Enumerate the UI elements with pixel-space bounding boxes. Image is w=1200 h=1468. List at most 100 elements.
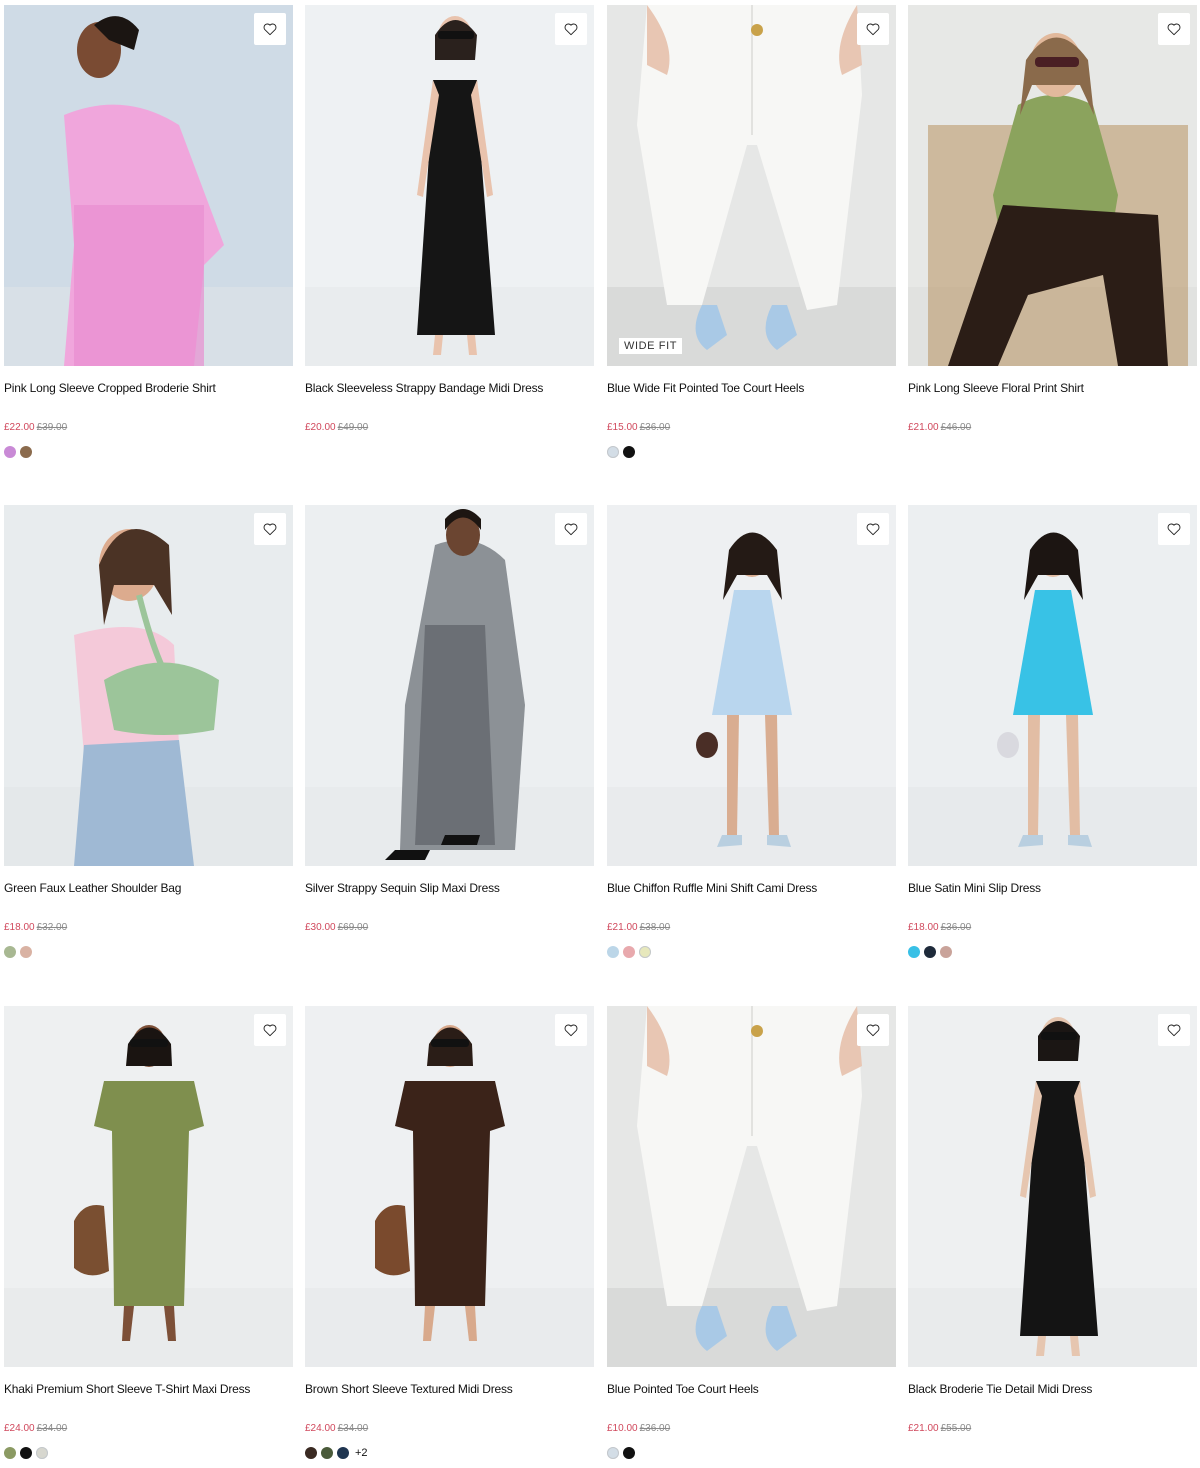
- product-card[interactable]: Green Faux Leather Shoulder Bag £18.00 £32…: [4, 505, 293, 958]
- product-image[interactable]: [4, 5, 293, 366]
- product-card[interactable]: Pink Long Sleeve Floral Print Shirt £21.0…: [908, 5, 1197, 433]
- color-swatch[interactable]: [20, 446, 32, 458]
- product-title[interactable]: Silver Strappy Sequin Slip Maxi Dress: [305, 880, 594, 896]
- product-title[interactable]: Blue Satin Mini Slip Dress: [908, 880, 1197, 896]
- color-swatch[interactable]: [607, 446, 619, 458]
- color-swatch[interactable]: [607, 1447, 619, 1459]
- original-price: £69.00: [337, 922, 369, 933]
- product-image[interactable]: [607, 1006, 896, 1367]
- color-swatch[interactable]: [4, 1447, 16, 1459]
- original-price: £34.00: [36, 1423, 68, 1434]
- product-price: £24.00 £34.00: [4, 1422, 67, 1436]
- product-image[interactable]: [305, 1006, 594, 1367]
- product-card[interactable]: Black Sleeveless Strappy Bandage Midi Dr…: [305, 5, 594, 433]
- color-swatch[interactable]: [36, 1447, 48, 1459]
- color-swatches: [607, 446, 635, 458]
- product-title[interactable]: Khaki Premium Short Sleeve T-Shirt Maxi …: [4, 1381, 293, 1397]
- original-price: £55.00: [940, 1423, 972, 1434]
- sale-price: £24.00: [305, 1423, 336, 1434]
- product-image[interactable]: [4, 1006, 293, 1367]
- product-card[interactable]: WIDE FIT Blue Wide Fit Pointed Toe Court …: [607, 5, 896, 458]
- product-title[interactable]: Blue Chiffon Ruffle Mini Shift Cami Dres…: [607, 880, 896, 896]
- wishlist-button[interactable]: [555, 513, 587, 545]
- wishlist-button[interactable]: [1158, 13, 1190, 45]
- wishlist-button[interactable]: [1158, 513, 1190, 545]
- product-card[interactable]: Black Broderie Tie Detail Midi Dress £21.…: [908, 1006, 1197, 1434]
- product-card[interactable]: Blue Chiffon Ruffle Mini Shift Cami Dres…: [607, 505, 896, 958]
- color-swatches: [607, 1447, 635, 1459]
- product-image[interactable]: [908, 505, 1197, 866]
- product-image[interactable]: [607, 505, 896, 866]
- product-price: £30.00 £69.00: [305, 921, 368, 935]
- product-title[interactable]: Blue Pointed Toe Court Heels: [607, 1381, 896, 1397]
- product-image[interactable]: WIDE FIT: [607, 5, 896, 366]
- original-price: £39.00: [36, 422, 68, 433]
- product-image[interactable]: [305, 5, 594, 366]
- product-card[interactable]: Brown Short Sleeve Textured Midi Dress £2…: [305, 1006, 594, 1459]
- color-swatch[interactable]: [623, 946, 635, 958]
- color-swatch[interactable]: [321, 1447, 333, 1459]
- product-card[interactable]: Blue Satin Mini Slip Dress £18.00 £36.00: [908, 505, 1197, 958]
- wishlist-button[interactable]: [254, 13, 286, 45]
- product-price: £20.00 £49.00: [305, 421, 368, 435]
- color-swatch[interactable]: [305, 1447, 317, 1459]
- product-image[interactable]: [908, 5, 1197, 366]
- color-swatch[interactable]: [623, 1447, 635, 1459]
- wishlist-button[interactable]: [555, 1014, 587, 1046]
- product-image[interactable]: [305, 505, 594, 866]
- color-swatch[interactable]: [924, 946, 936, 958]
- model-figure: [928, 33, 1188, 366]
- wishlist-button[interactable]: [555, 13, 587, 45]
- more-colors-count[interactable]: +2: [355, 1447, 368, 1459]
- color-swatch[interactable]: [4, 946, 16, 958]
- heart-outline-icon: [263, 523, 277, 536]
- wishlist-button[interactable]: [1158, 1014, 1190, 1046]
- product-title[interactable]: Black Sleeveless Strappy Bandage Midi Dr…: [305, 380, 594, 396]
- product-title[interactable]: Green Faux Leather Shoulder Bag: [4, 880, 293, 896]
- color-swatch[interactable]: [337, 1447, 349, 1459]
- model-illustration: [928, 33, 1188, 366]
- product-card[interactable]: Blue Pointed Toe Court Heels £10.00 £36.00: [607, 1006, 896, 1459]
- wishlist-button[interactable]: [857, 13, 889, 45]
- model-illustration: [74, 1025, 204, 1341]
- color-swatch[interactable]: [20, 1447, 32, 1459]
- color-swatch[interactable]: [639, 946, 651, 958]
- product-title[interactable]: Pink Long Sleeve Floral Print Shirt: [908, 380, 1197, 396]
- model-illustration: [1020, 1017, 1098, 1356]
- product-title[interactable]: Brown Short Sleeve Textured Midi Dress: [305, 1381, 594, 1397]
- sale-price: £24.00: [4, 1423, 35, 1434]
- wishlist-button[interactable]: [254, 513, 286, 545]
- color-swatch[interactable]: [20, 946, 32, 958]
- model-illustration: [375, 1025, 505, 1341]
- product-image[interactable]: [4, 505, 293, 866]
- sale-price: £30.00: [305, 922, 336, 933]
- heart-outline-icon: [564, 23, 578, 36]
- color-swatch[interactable]: [940, 946, 952, 958]
- product-title[interactable]: Pink Long Sleeve Cropped Broderie Shirt: [4, 380, 293, 396]
- model-illustration: [637, 5, 862, 350]
- sale-price: £10.00: [607, 1423, 638, 1434]
- wishlist-button[interactable]: [254, 1014, 286, 1046]
- product-price: £21.00 £46.00: [908, 421, 971, 435]
- product-card[interactable]: Khaki Premium Short Sleeve T-Shirt Maxi …: [4, 1006, 293, 1459]
- model-figure: [637, 5, 862, 350]
- heart-outline-icon: [263, 23, 277, 36]
- original-price: £36.00: [639, 422, 671, 433]
- product-title[interactable]: Black Broderie Tie Detail Midi Dress: [908, 1381, 1197, 1397]
- model-figure: [64, 16, 224, 366]
- model-figure: [997, 532, 1093, 847]
- wishlist-button[interactable]: [857, 513, 889, 545]
- product-title[interactable]: Blue Wide Fit Pointed Toe Court Heels: [607, 380, 896, 396]
- color-swatch[interactable]: [607, 946, 619, 958]
- wishlist-button[interactable]: [857, 1014, 889, 1046]
- heart-outline-icon: [866, 523, 880, 536]
- color-swatch[interactable]: [623, 446, 635, 458]
- original-price: £38.00: [639, 922, 671, 933]
- original-price: £34.00: [337, 1423, 369, 1434]
- product-price: £15.00 £36.00: [607, 421, 670, 435]
- product-card[interactable]: Silver Strappy Sequin Slip Maxi Dress £30…: [305, 505, 594, 933]
- color-swatch[interactable]: [908, 946, 920, 958]
- product-card[interactable]: Pink Long Sleeve Cropped Broderie Shirt £…: [4, 5, 293, 458]
- color-swatch[interactable]: [4, 446, 16, 458]
- product-image[interactable]: [908, 1006, 1197, 1367]
